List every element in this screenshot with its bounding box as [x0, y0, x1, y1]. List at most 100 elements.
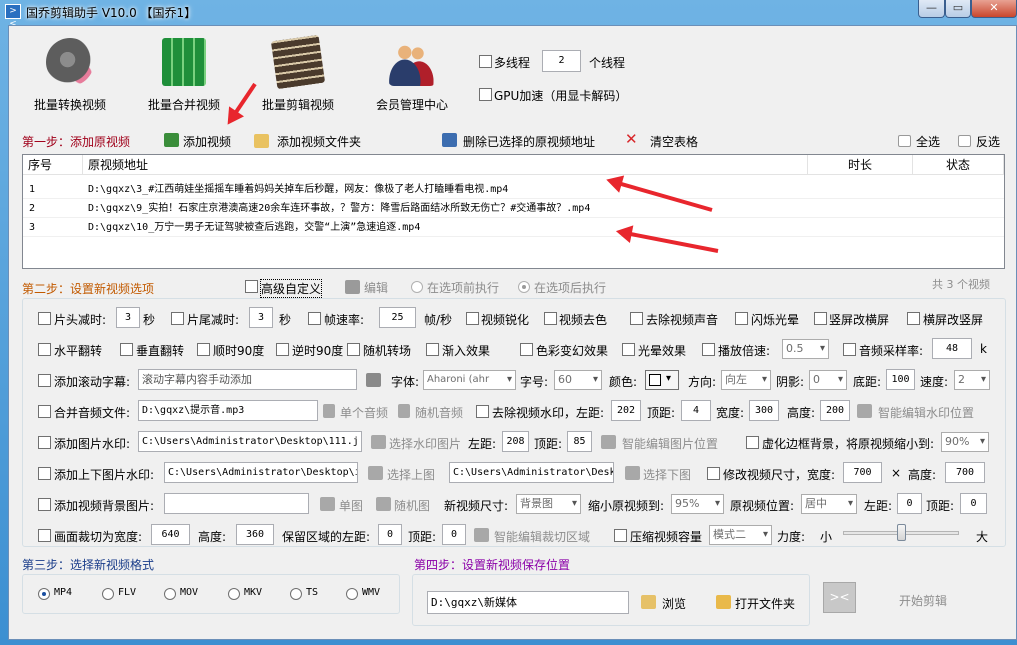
- direction-select[interactable]: 向左: [721, 370, 771, 390]
- fps-checkbox[interactable]: [308, 312, 321, 325]
- resize-height-input[interactable]: 700: [945, 462, 985, 483]
- advanced-custom-checkbox[interactable]: [245, 280, 258, 293]
- top-image-path-input[interactable]: C:\Users\Administrator\Desktop\i: [164, 462, 358, 483]
- wm-height-input[interactable]: 200: [820, 400, 850, 421]
- restore-button[interactable]: ▭: [945, 0, 971, 18]
- bg-image-checkbox[interactable]: [38, 498, 51, 511]
- compress-checkbox[interactable]: [614, 529, 627, 542]
- fade-in-checkbox[interactable]: [426, 343, 439, 356]
- audio-path-input[interactable]: D:\gqxz\提示音.mp3: [138, 400, 318, 421]
- image-top-input[interactable]: 85: [567, 431, 592, 452]
- member-center-button[interactable]: 会员管理中心: [357, 38, 467, 113]
- sample-rate-input[interactable]: 48: [932, 338, 972, 359]
- resize-checkbox[interactable]: [707, 467, 720, 480]
- size-select[interactable]: 60: [554, 370, 602, 390]
- bg-left-input[interactable]: 0: [897, 493, 922, 514]
- format-mov-radio[interactable]: [164, 588, 176, 600]
- rot-ccw90-checkbox[interactable]: [276, 343, 289, 356]
- gpu-checkbox[interactable]: [479, 88, 492, 101]
- remove-watermark-checkbox[interactable]: [476, 405, 489, 418]
- thread-count-input[interactable]: 2: [542, 50, 581, 72]
- multithread-checkbox[interactable]: [479, 55, 492, 68]
- head-cut-checkbox[interactable]: [38, 312, 51, 325]
- single-audio-button[interactable]: 单个音频: [340, 404, 388, 421]
- top-bottom-image-checkbox[interactable]: [38, 467, 51, 480]
- crop-checkbox[interactable]: [38, 529, 51, 542]
- halo-checkbox[interactable]: [622, 343, 635, 356]
- image-path-input[interactable]: C:\Users\Administrator\Desktop\111.j: [138, 431, 362, 452]
- keep-top-input[interactable]: 0: [442, 524, 466, 545]
- wm-left-input[interactable]: 202: [611, 400, 641, 421]
- vflip-checkbox[interactable]: [120, 343, 133, 356]
- bg-top-input[interactable]: 0: [960, 493, 987, 514]
- smart-crop-button[interactable]: 智能编辑裁切区域: [494, 528, 590, 545]
- blur-select[interactable]: 90%: [941, 432, 989, 452]
- select-all-button[interactable]: 全选: [916, 133, 940, 150]
- random-image-button[interactable]: 随机图: [394, 497, 430, 514]
- tail-cut-checkbox[interactable]: [171, 312, 184, 325]
- title-bar[interactable]: >< 国乔剪辑助手 V10.0 【国乔1】 — ▭ ✕: [0, 0, 1017, 29]
- font-select[interactable]: Aharoni (ahr: [423, 370, 516, 390]
- new-size-select[interactable]: 背景图: [516, 494, 581, 514]
- video-table[interactable]: 序号 原视频地址 时长 状态 1 D:\gqxz\3_#江西萌娃坐摇摇车睡着妈妈…: [22, 154, 1005, 269]
- random-transition-checkbox[interactable]: [347, 343, 360, 356]
- blur-border-checkbox[interactable]: [746, 436, 759, 449]
- speed-checkbox[interactable]: [702, 343, 715, 356]
- shrink-select[interactable]: 95%: [671, 494, 724, 514]
- v2h-checkbox[interactable]: [814, 312, 827, 325]
- save-path-input[interactable]: D:\gqxz\新媒体: [427, 591, 629, 614]
- close-button[interactable]: ✕: [971, 0, 1017, 18]
- add-folder-button[interactable]: 添加视频文件夹: [277, 133, 361, 150]
- delete-selected-button[interactable]: 删除已选择的原视频地址: [463, 133, 595, 150]
- single-image-button[interactable]: 单图: [339, 497, 363, 514]
- choose-bottom-button[interactable]: 选择下图: [643, 466, 691, 483]
- rot90-checkbox[interactable]: [197, 343, 210, 356]
- col-header-no[interactable]: 序号: [23, 155, 83, 175]
- minimize-button[interactable]: —: [918, 0, 945, 18]
- invert-button[interactable]: 反选: [976, 133, 1000, 150]
- edit-button[interactable]: 编辑: [364, 279, 388, 296]
- wm-width-input[interactable]: 300: [749, 400, 779, 421]
- random-audio-button[interactable]: 随机音频: [415, 404, 463, 421]
- resize-width-input[interactable]: 700: [843, 462, 882, 483]
- mode-select[interactable]: 模式二: [709, 525, 772, 545]
- batch-merge-button[interactable]: 批量合并视频: [129, 38, 239, 113]
- scroll-text-input[interactable]: 滚动字幕内容手动添加: [138, 369, 357, 390]
- merge-audio-checkbox[interactable]: [38, 405, 51, 418]
- format-ts-radio[interactable]: [290, 588, 302, 600]
- smart-image-button[interactable]: 智能编辑图片位置: [622, 435, 718, 452]
- clear-table-button[interactable]: 清空表格: [650, 133, 698, 150]
- choose-image-button[interactable]: 选择水印图片: [389, 435, 461, 452]
- format-flv-radio[interactable]: [102, 588, 114, 600]
- add-video-button[interactable]: 添加视频: [183, 133, 231, 150]
- decolor-checkbox[interactable]: [544, 312, 557, 325]
- bg-image-path-input[interactable]: [164, 493, 309, 514]
- speed-select[interactable]: 0.5: [782, 339, 829, 359]
- scroll-text-checkbox[interactable]: [38, 374, 51, 387]
- start-edit-button[interactable]: 开始剪辑: [899, 592, 947, 609]
- hflip-checkbox[interactable]: [38, 343, 51, 356]
- h2v-checkbox[interactable]: [907, 312, 920, 325]
- crop-width-input[interactable]: 640: [151, 524, 190, 545]
- wm-top-input[interactable]: 4: [681, 400, 711, 421]
- flash-checkbox[interactable]: [735, 312, 748, 325]
- color-picker[interactable]: ▾: [645, 370, 679, 390]
- col-header-duration[interactable]: 时长: [808, 155, 913, 175]
- remove-audio-checkbox[interactable]: [630, 312, 643, 325]
- format-mkv-radio[interactable]: [228, 588, 240, 600]
- format-mp4-radio[interactable]: [38, 588, 50, 600]
- smart-watermark-button[interactable]: 智能编辑水印位置: [878, 404, 974, 421]
- run-after-radio[interactable]: [518, 281, 530, 293]
- table-row[interactable]: 3 D:\gqxz\10_万宁一男子无证驾驶被查后逃跑，交警“上演”急速追逐.m…: [23, 218, 1004, 237]
- color-effect-checkbox[interactable]: [520, 343, 533, 356]
- col-header-path[interactable]: 原视频地址: [83, 155, 808, 175]
- table-row[interactable]: 1 D:\gqxz\3_#江西萌娃坐摇摇车睡着妈妈关掉车后秒醒，网友：像极了老人…: [23, 180, 1004, 199]
- keep-left-input[interactable]: 0: [378, 524, 402, 545]
- bottom-image-path-input[interactable]: C:\Users\Administrator\Desk: [449, 462, 614, 483]
- browse-button[interactable]: 浏览: [662, 595, 686, 612]
- text-speed-select[interactable]: 2: [954, 370, 990, 390]
- shadow-select[interactable]: 0: [809, 370, 847, 390]
- image-left-input[interactable]: 208: [502, 431, 529, 452]
- head-cut-input[interactable]: 3: [116, 307, 140, 328]
- choose-top-button[interactable]: 选择上图: [387, 466, 435, 483]
